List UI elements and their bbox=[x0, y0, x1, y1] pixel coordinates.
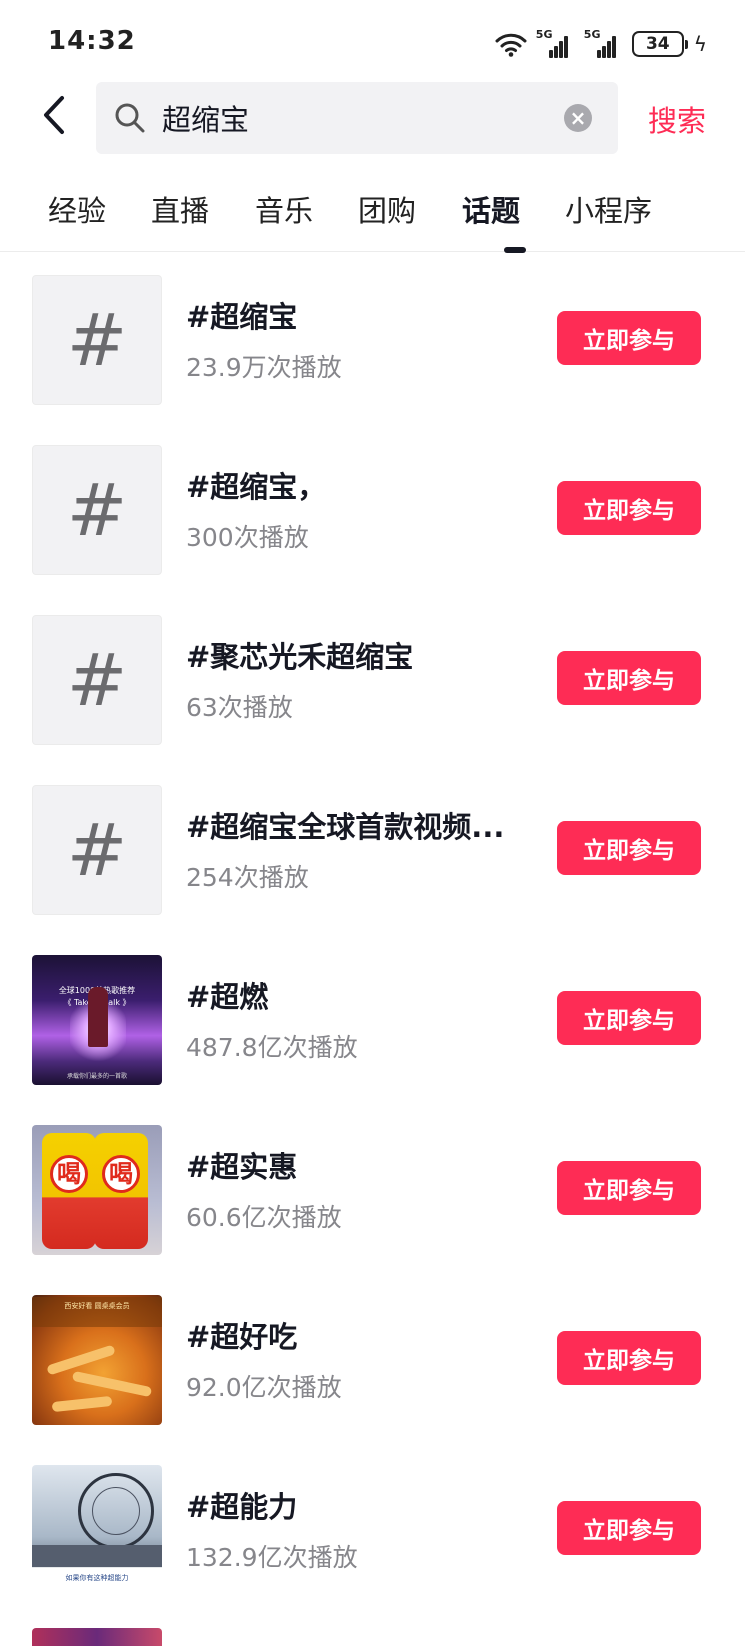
hash-icon: # bbox=[66, 808, 128, 892]
category-tabs: 经验 直播 音乐 团购 话题 小程序 bbox=[0, 176, 745, 252]
topic-thumbnail: # bbox=[32, 615, 162, 745]
ferris-wheel-inner bbox=[92, 1487, 140, 1535]
thumbnail-caption: 西安好看 圆桌桌会员 bbox=[64, 1302, 130, 1310]
status-bar: 14:32 5G 5G 34 ϟ bbox=[0, 0, 745, 88]
can-label: 喝 bbox=[50, 1155, 88, 1193]
topic-plays: 300次播放 bbox=[186, 523, 309, 552]
food-item bbox=[51, 1395, 113, 1413]
chevron-left-icon[interactable] bbox=[36, 92, 72, 138]
search-button[interactable]: 搜索 bbox=[648, 98, 706, 140]
network-label: 5G bbox=[583, 28, 601, 41]
join-button[interactable]: 立即参与 bbox=[557, 821, 701, 875]
topic-title: #超实惠 bbox=[186, 1150, 298, 1184]
tab-live[interactable]: 直播 bbox=[151, 188, 209, 230]
signal-bar bbox=[553, 46, 558, 58]
topic-plays: 132.9亿次播放 bbox=[186, 1543, 358, 1572]
next-topic-thumbnail bbox=[32, 1628, 162, 1646]
status-icons: 5G 5G 34 ϟ bbox=[494, 28, 707, 60]
join-button[interactable]: 立即参与 bbox=[557, 481, 701, 535]
list-item[interactable]: # #聚芯光禾超缩宝 63次播放 立即参与 bbox=[0, 598, 745, 768]
active-tab-indicator bbox=[504, 247, 526, 253]
topic-plays: 63次播放 bbox=[186, 693, 293, 722]
topic-thumbnail: 全球1000首热歌推荐 《 Take a walk 》 承载你们最多的一首歌 bbox=[32, 955, 162, 1085]
wifi-icon bbox=[495, 33, 527, 57]
tab-experience[interactable]: 经验 bbox=[48, 188, 106, 230]
topic-plays: 254次播放 bbox=[186, 863, 309, 892]
signal-bar bbox=[558, 41, 563, 58]
signal-bar bbox=[596, 50, 601, 58]
join-button[interactable]: 立即参与 bbox=[557, 651, 701, 705]
topic-title: #超缩宝， bbox=[186, 470, 327, 504]
topic-title: #超燃 bbox=[186, 980, 269, 1014]
list-item[interactable]: 如果你有这种超能力 #超能力 132.9亿次播放 立即参与 bbox=[0, 1448, 745, 1618]
search-box[interactable]: × bbox=[96, 82, 618, 154]
topic-plays: 92.0亿次播放 bbox=[186, 1373, 342, 1402]
list-item[interactable]: 西安好看 圆桌桌会员 #超好吃 92.0亿次播放 立即参与 bbox=[0, 1278, 745, 1448]
network-label: 5G bbox=[535, 28, 553, 41]
list-item[interactable]: # #超缩宝全球首款视频... 254次播放 立即参与 bbox=[0, 768, 745, 938]
topic-title: #超缩宝 bbox=[186, 300, 298, 334]
signal-bar bbox=[601, 46, 606, 58]
signal-bar bbox=[606, 41, 611, 58]
list-item[interactable]: # #超缩宝 23.9万次播放 立即参与 bbox=[0, 258, 745, 428]
hash-icon: # bbox=[66, 468, 128, 552]
topic-thumbnail: 西安好看 圆桌桌会员 bbox=[32, 1295, 162, 1425]
tab-mini-program[interactable]: 小程序 bbox=[565, 188, 652, 230]
food-item bbox=[71, 1370, 153, 1398]
battery-icon: 34 bbox=[631, 31, 688, 57]
list-item[interactable]: 全球1000首热歌推荐 《 Take a walk 》 承载你们最多的一首歌 #… bbox=[0, 938, 745, 1108]
search-icon bbox=[115, 103, 145, 133]
join-button[interactable]: 立即参与 bbox=[557, 1161, 701, 1215]
topic-thumbnail: # bbox=[32, 275, 162, 405]
list-item[interactable]: # #超缩宝， 300次播放 立即参与 bbox=[0, 428, 745, 598]
join-button[interactable]: 立即参与 bbox=[557, 311, 701, 365]
signal-icon: 5G bbox=[535, 28, 576, 58]
topic-title: #超好吃 bbox=[186, 1320, 298, 1354]
thumbnail-caption: 承载你们最多的一首歌 bbox=[66, 1073, 127, 1080]
topic-thumbnail: # bbox=[32, 785, 162, 915]
topic-thumbnail: 喝 喝 bbox=[32, 1125, 162, 1255]
can-label: 喝 bbox=[102, 1155, 140, 1193]
topic-title: #超能力 bbox=[186, 1490, 298, 1524]
hash-icon: # bbox=[66, 298, 128, 382]
signal-bar bbox=[563, 36, 568, 58]
search-input[interactable] bbox=[162, 82, 542, 154]
status-time: 14:32 bbox=[48, 26, 136, 56]
tab-topic[interactable]: 话题 bbox=[462, 188, 520, 230]
topic-thumbnail: 如果你有这种超能力 bbox=[32, 1465, 162, 1595]
list-item[interactable]: 喝 喝 #超实惠 60.6亿次播放 立即参与 bbox=[0, 1108, 745, 1278]
clear-icon[interactable]: × bbox=[564, 104, 592, 132]
tab-group-buy[interactable]: 团购 bbox=[358, 188, 416, 230]
topic-thumbnail: # bbox=[32, 445, 162, 575]
battery-level: 34 bbox=[645, 34, 670, 54]
topic-title: #超缩宝全球首款视频... bbox=[186, 810, 505, 844]
join-button[interactable]: 立即参与 bbox=[557, 991, 701, 1045]
topic-plays: 487.8亿次播放 bbox=[186, 1033, 358, 1062]
search-header: × 搜索 bbox=[0, 78, 745, 154]
join-button[interactable]: 立即参与 bbox=[557, 1331, 701, 1385]
topic-title: #聚芯光禾超缩宝 bbox=[186, 640, 414, 674]
topic-list: # #超缩宝 23.9万次播放 立即参与 # #超缩宝， 300次播放 立即参与… bbox=[0, 258, 745, 1618]
thumbnail-caption: 如果你有这种超能力 bbox=[65, 1574, 129, 1582]
topic-plays: 60.6亿次播放 bbox=[186, 1203, 342, 1232]
thumbnail-figure bbox=[88, 987, 108, 1047]
hash-icon: # bbox=[66, 638, 128, 722]
signal-bar bbox=[548, 50, 553, 58]
join-button[interactable]: 立即参与 bbox=[557, 1501, 701, 1555]
food-item bbox=[46, 1344, 116, 1376]
tab-music[interactable]: 音乐 bbox=[255, 188, 313, 230]
charging-icon: ϟ bbox=[693, 32, 707, 56]
signal-icon: 5G bbox=[583, 28, 624, 58]
topic-plays: 23.9万次播放 bbox=[186, 353, 342, 382]
city-skyline bbox=[32, 1545, 162, 1567]
signal-bar bbox=[611, 36, 616, 58]
